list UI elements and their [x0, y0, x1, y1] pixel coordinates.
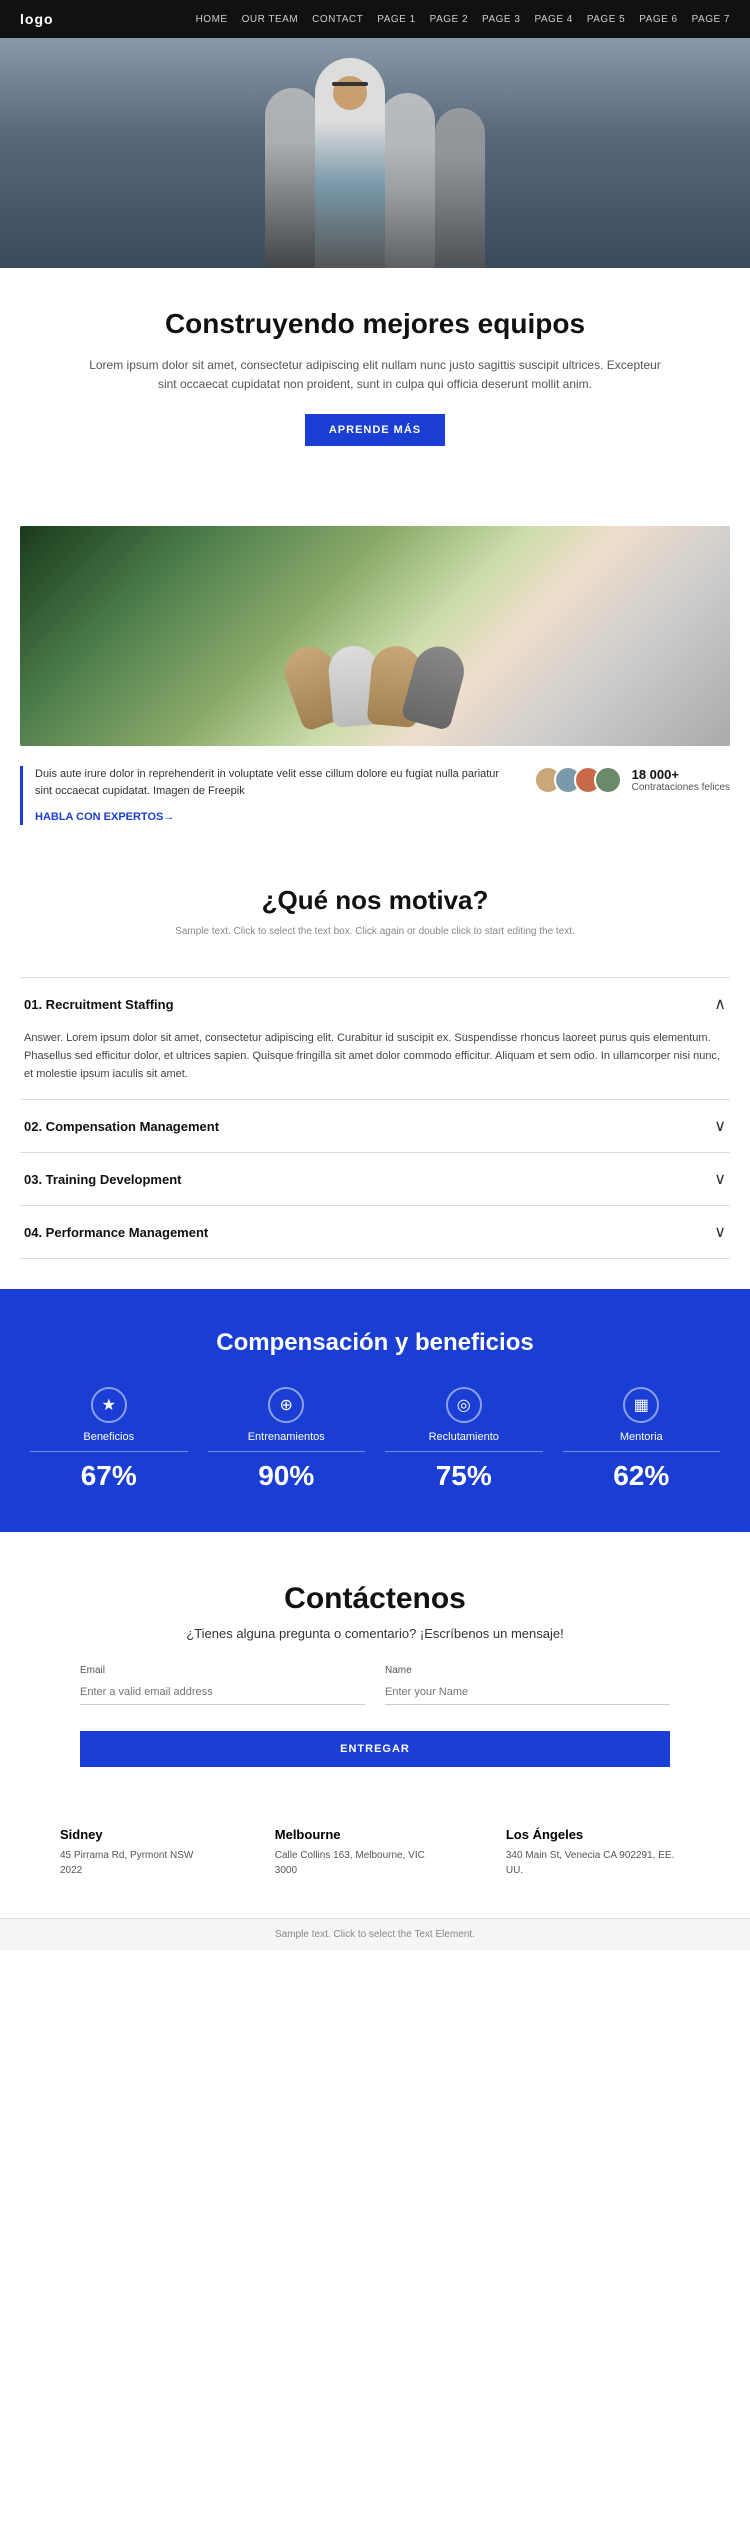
nav-page2[interactable]: PAGE 2 [430, 14, 468, 25]
stats-numbers-block: 18 000+ Contrataciones felices [534, 766, 730, 794]
accordion-title-2: 02. Compensation Management [24, 1119, 219, 1134]
mentoria-label: Mentoria [563, 1431, 721, 1452]
accordion-chevron-3: ∨ [714, 1169, 726, 1189]
stats-description: Duis aute irure dolor in reprehenderit i… [35, 766, 514, 799]
office-la: Los Ángeles 340 Main St, Venecia CA 9022… [506, 1827, 690, 1878]
nav-contact[interactable]: CONTACT [312, 14, 363, 25]
hire-count: 18 000+ Contrataciones felices [632, 767, 730, 793]
accordion-header-3[interactable]: 03. Training Development ∨ [20, 1153, 730, 1205]
mentoria-icon: ▦ [623, 1387, 659, 1423]
navigation: logo HOME OUR TEAM CONTACT PAGE 1 PAGE 2… [0, 0, 750, 38]
footer-note: Sample text. Click to select the Text El… [0, 1918, 750, 1950]
accordion-header-2[interactable]: 02. Compensation Management ∨ [20, 1100, 730, 1152]
accordion-header-1[interactable]: 01. Recruitment Staffing ∧ [20, 978, 730, 1030]
motivation-section: ¿Qué nos motiva? Sample text. Click to s… [0, 845, 750, 977]
offices-section: Sidney 45 Pirrama Rd, Pyrmont NSW 2022 M… [0, 1797, 750, 1918]
team-image-section [0, 496, 750, 746]
accordion-item-2: 02. Compensation Management ∨ [20, 1100, 730, 1153]
office-sidney: Sidney 45 Pirrama Rd, Pyrmont NSW 2022 [60, 1827, 215, 1878]
accordion-header-4[interactable]: 04. Performance Management ∨ [20, 1206, 730, 1258]
benefit-reclutamiento: ◎ Reclutamiento 75% [385, 1387, 543, 1492]
intro-section: Construyendo mejores equipos Lorem ipsum… [0, 268, 750, 466]
nav-page7[interactable]: PAGE 7 [692, 14, 730, 25]
benefits-heading: Compensación y beneficios [30, 1329, 720, 1357]
accordion-content-1: Answer. Lorem ipsum dolor sit amet, cons… [20, 1030, 730, 1099]
accordion: 01. Recruitment Staffing ∧ Answer. Lorem… [20, 977, 730, 1259]
intro-heading: Construyendo mejores equipos [80, 308, 670, 340]
office-la-city: Los Ángeles [506, 1827, 690, 1842]
accordion-item-3: 03. Training Development ∨ [20, 1153, 730, 1206]
beneficios-percent: 67% [30, 1460, 188, 1492]
nav-page6[interactable]: PAGE 6 [639, 14, 677, 25]
entrenamientos-percent: 90% [208, 1460, 366, 1492]
benefits-section: Compensación y beneficios ★ Beneficios 6… [0, 1289, 750, 1532]
accordion-item-4: 04. Performance Management ∨ [20, 1206, 730, 1259]
entrenamientos-label: Entrenamientos [208, 1431, 366, 1452]
stats-section: Duis aute irure dolor in reprehenderit i… [0, 746, 750, 845]
contact-subtitle: ¿Tienes alguna pregunta o comentario? ¡E… [80, 1626, 670, 1641]
office-melbourne-address: Calle Collins 163, Melbourne, VIC 3000 [275, 1848, 446, 1878]
motivation-heading: ¿Qué nos motiva? [20, 885, 730, 916]
benefits-grid: ★ Beneficios 67% ⊕ Entrenamientos 90% ◎ … [30, 1387, 720, 1492]
office-sidney-address: 45 Pirrama Rd, Pyrmont NSW 2022 [60, 1848, 215, 1878]
office-sidney-city: Sidney [60, 1827, 215, 1842]
nav-home[interactable]: HOME [196, 14, 228, 25]
name-input[interactable] [385, 1680, 670, 1705]
benefit-beneficios: ★ Beneficios 67% [30, 1387, 188, 1492]
team-image [20, 526, 730, 746]
email-input[interactable] [80, 1680, 365, 1705]
name-label: Name [385, 1665, 670, 1676]
hero-section [0, 38, 750, 268]
benefit-entrenamientos: ⊕ Entrenamientos 90% [208, 1387, 366, 1492]
motivation-sample-text: Sample text. Click to select the text bo… [20, 926, 730, 937]
logo: logo [20, 11, 54, 27]
email-group: Email [80, 1665, 365, 1705]
email-label: Email [80, 1665, 365, 1676]
office-melbourne-city: Melbourne [275, 1827, 446, 1842]
nav-page4[interactable]: PAGE 4 [534, 14, 572, 25]
reclutamiento-label: Reclutamiento [385, 1431, 543, 1452]
submit-button[interactable]: ENTREGAR [80, 1731, 670, 1767]
office-melbourne: Melbourne Calle Collins 163, Melbourne, … [275, 1827, 446, 1878]
nav-links: HOME OUR TEAM CONTACT PAGE 1 PAGE 2 PAGE… [196, 14, 730, 25]
reclutamiento-percent: 75% [385, 1460, 543, 1492]
accordion-title-3: 03. Training Development [24, 1172, 182, 1187]
nav-page3[interactable]: PAGE 3 [482, 14, 520, 25]
learn-more-button[interactable]: APRENDE MÁS [305, 414, 445, 446]
benefit-mentoria: ▦ Mentoria 62% [563, 1387, 721, 1492]
intro-body: Lorem ipsum dolor sit amet, consectetur … [80, 356, 670, 394]
avatar-group [534, 766, 622, 794]
office-la-address: 340 Main St, Venecia CA 902291, EE. UU. [506, 1848, 690, 1878]
beneficios-icon: ★ [91, 1387, 127, 1423]
accordion-chevron-4: ∨ [714, 1222, 726, 1242]
accordion-title-4: 04. Performance Management [24, 1225, 208, 1240]
stats-text-block: Duis aute irure dolor in reprehenderit i… [20, 766, 514, 825]
accordion-chevron-2: ∨ [714, 1116, 726, 1136]
nav-page5[interactable]: PAGE 5 [587, 14, 625, 25]
avatar-4 [594, 766, 622, 794]
nav-our-team[interactable]: OUR TEAM [242, 14, 299, 25]
entrenamientos-icon: ⊕ [268, 1387, 304, 1423]
mentoria-percent: 62% [563, 1460, 721, 1492]
accordion-title-1: 01. Recruitment Staffing [24, 997, 174, 1012]
experts-link[interactable]: HABLA CON EXPERTOS→ [35, 811, 174, 823]
beneficios-label: Beneficios [30, 1431, 188, 1452]
reclutamiento-icon: ◎ [446, 1387, 482, 1423]
name-group: Name [385, 1665, 670, 1705]
accordion-item-1: 01. Recruitment Staffing ∧ Answer. Lorem… [20, 978, 730, 1100]
contact-section: Contáctenos ¿Tienes alguna pregunta o co… [0, 1532, 750, 1797]
nav-page1[interactable]: PAGE 1 [377, 14, 415, 25]
accordion-chevron-1: ∧ [714, 994, 726, 1014]
contact-form-row: Email Name [80, 1665, 670, 1705]
contact-heading: Contáctenos [80, 1582, 670, 1616]
